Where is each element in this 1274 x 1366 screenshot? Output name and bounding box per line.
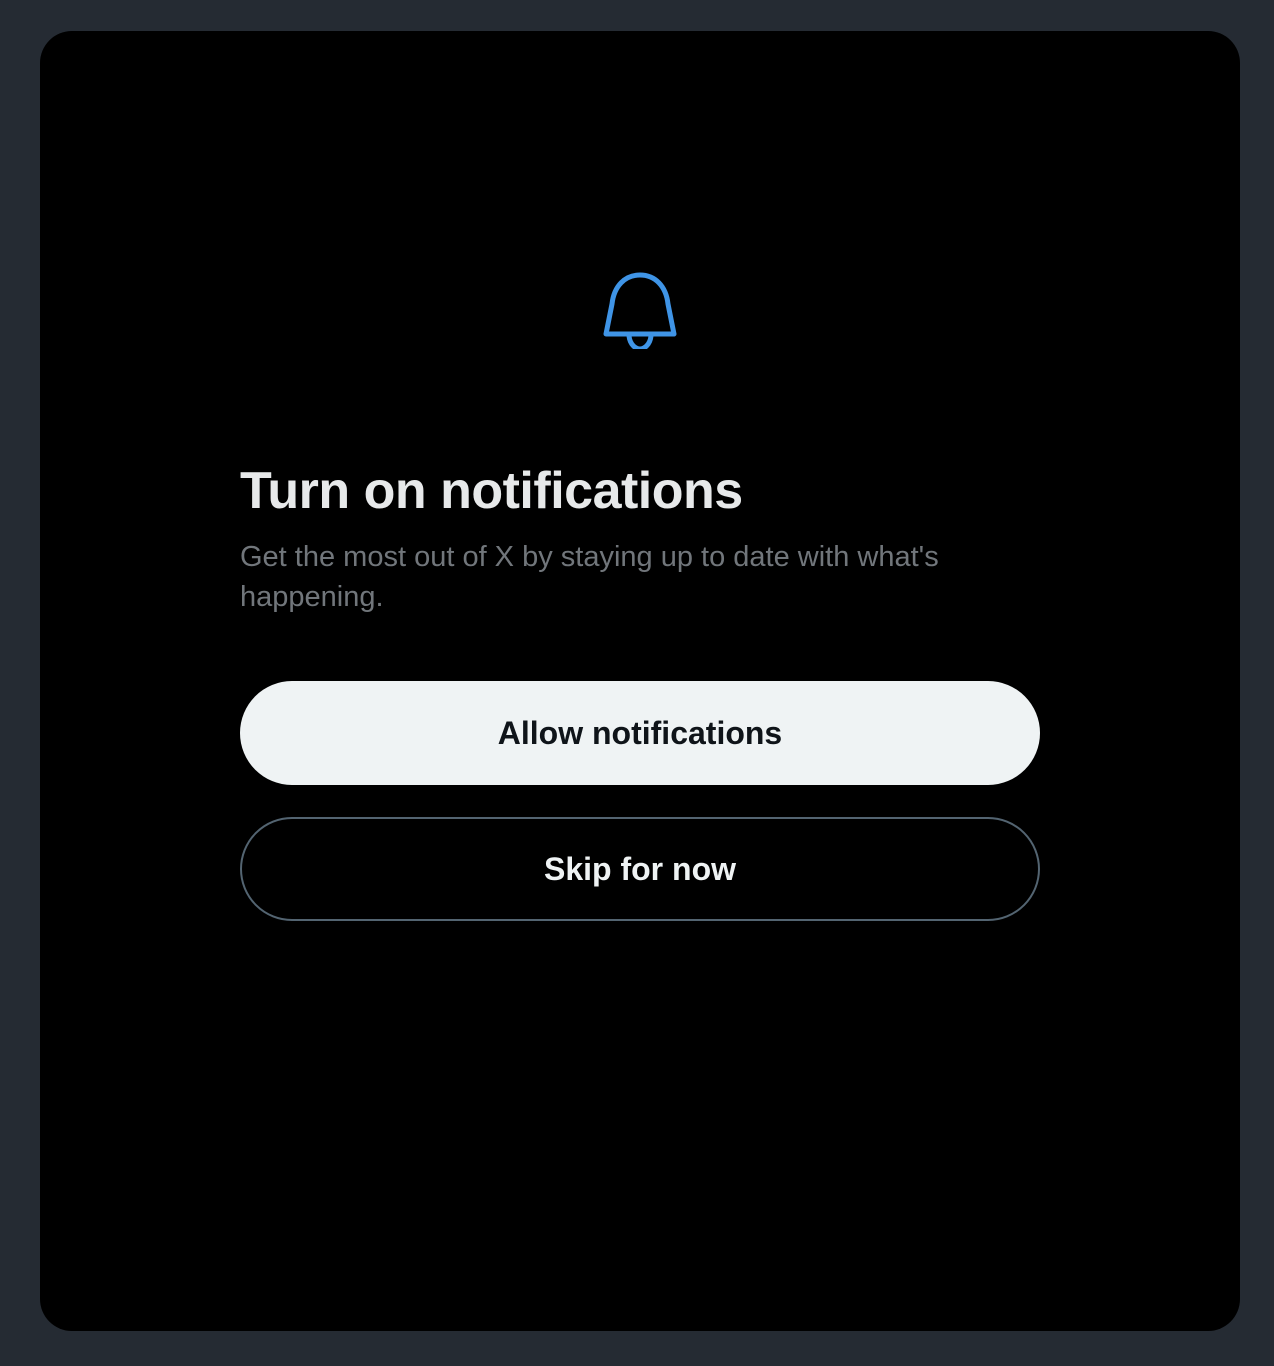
dialog-title: Turn on notifications	[240, 462, 743, 520]
notifications-dialog: Turn on notifications Get the most out o…	[40, 31, 1240, 1331]
dialog-description: Get the most out of X by staying up to d…	[240, 541, 939, 613]
skip-for-now-button[interactable]: Skip for now	[240, 817, 1040, 921]
allow-notifications-button[interactable]: Allow notifications	[240, 681, 1040, 785]
bell-icon	[600, 269, 680, 349]
